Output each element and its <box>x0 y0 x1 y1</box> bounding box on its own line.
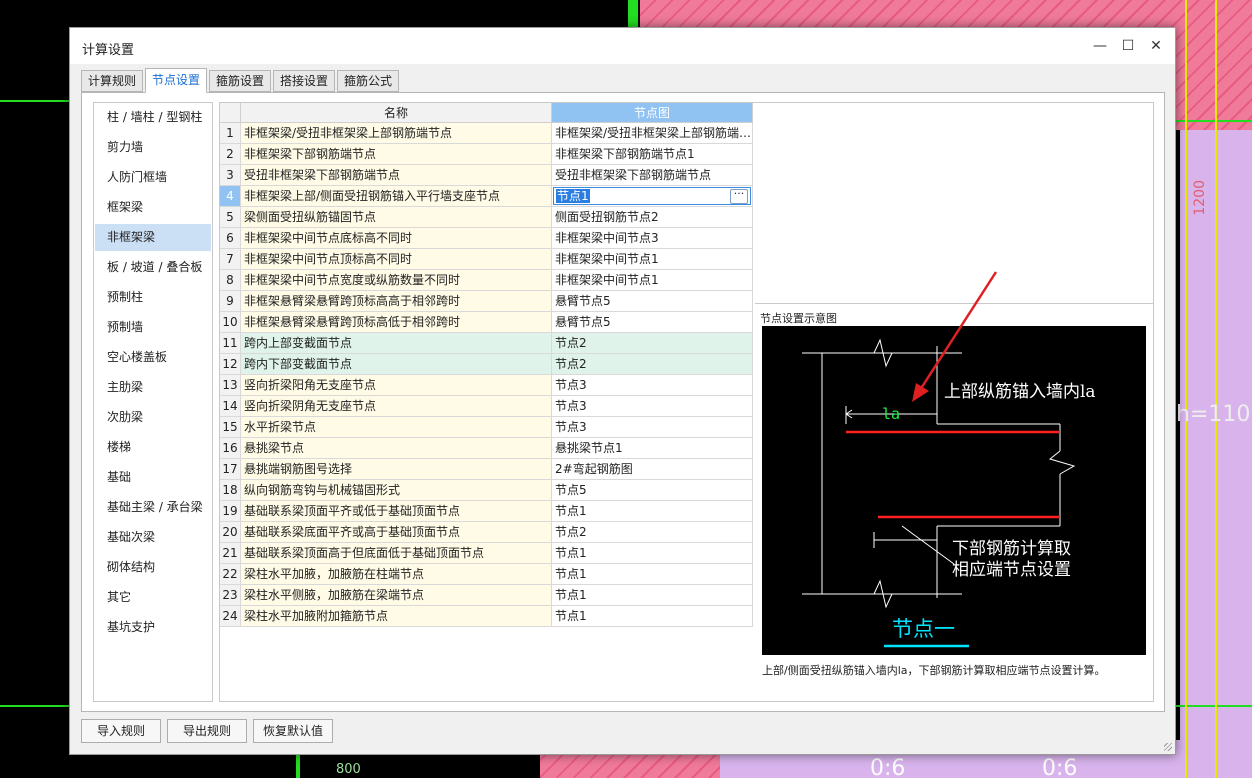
tab-node-settings[interactable]: 节点设置 <box>145 68 207 93</box>
callout-arrow-head <box>912 383 929 402</box>
callout-arrow-line <box>918 271 998 391</box>
callout-arrow-overlay <box>912 271 998 402</box>
